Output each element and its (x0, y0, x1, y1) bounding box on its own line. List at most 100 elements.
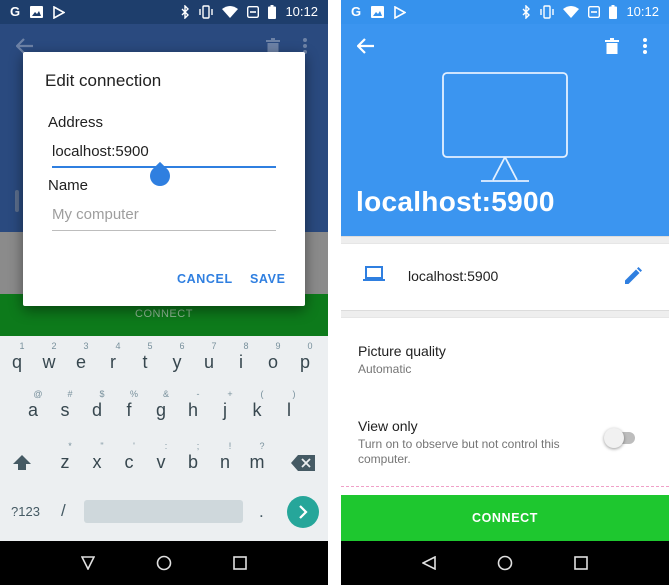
photo-icon (30, 6, 44, 18)
key-g[interactable]: & g (147, 389, 175, 421)
key-q[interactable]: 1q (3, 341, 31, 373)
period-key[interactable]: . (259, 502, 264, 522)
edit-pencil-icon[interactable] (624, 267, 642, 285)
nav-recents-icon (574, 556, 588, 570)
bluetooth-icon (181, 5, 190, 19)
nav-back-icon (422, 556, 436, 570)
key-o[interactable]: 9o (259, 341, 287, 373)
key-s[interactable]: # s (51, 389, 79, 421)
status-bar: G 10:12 (341, 0, 669, 24)
left-phone-screen: G 10:12 CONNECT Edit connection Address … (0, 0, 328, 585)
nav-back-button[interactable] (76, 551, 100, 575)
key-i[interactable]: 8i (227, 341, 255, 373)
laptop-icon (363, 266, 385, 281)
key-h[interactable]: -h (179, 389, 207, 421)
enter-key[interactable] (287, 496, 319, 528)
vibrate-icon (199, 5, 214, 19)
navigation-bar (341, 541, 669, 585)
nav-back-button[interactable] (417, 551, 441, 575)
key-k[interactable]: (k (243, 389, 271, 421)
nav-home-button[interactable] (493, 551, 517, 575)
address-label: Address (48, 114, 104, 131)
dashed-divider (341, 486, 669, 487)
nav-home-button[interactable] (152, 551, 176, 575)
vibrate-icon (540, 5, 555, 19)
scroll-handle (15, 190, 19, 212)
soft-keyboard: 1q 2w 3e 4r 5t 6y 7u 8i 9o 0p @ a # s $ d %… (0, 336, 328, 541)
dimmed-connect-label: CONNECT (135, 308, 193, 320)
right-phone-screen: G 10:12 localhost:5900 localhost:5900 Pi… (341, 0, 669, 585)
edit-connection-dialog: Edit connection Address localhost:5900 N… (23, 52, 305, 306)
space-key[interactable] (84, 500, 243, 523)
key-c[interactable]: ' c (115, 441, 143, 473)
wifi-icon (563, 6, 580, 18)
key-j[interactable]: + j (211, 389, 239, 421)
key-m[interactable]: ? m (243, 441, 271, 473)
connection-title: localhost:5900 (356, 186, 555, 217)
trash-icon[interactable] (605, 38, 619, 54)
symbols-key[interactable]: ?123 (11, 504, 40, 519)
nav-recents-button[interactable] (569, 551, 593, 575)
key-b[interactable]: ; b (179, 441, 207, 473)
picture-quality-value: Automatic (358, 362, 412, 376)
google-icon: G (10, 4, 21, 19)
picture-quality-title[interactable]: Picture quality (358, 343, 446, 359)
key-t[interactable]: 5t (131, 341, 159, 373)
view-only-description-line1: Turn on to observe but not control this (358, 437, 560, 451)
view-only-toggle[interactable] (604, 428, 635, 448)
nav-back-icon (81, 556, 95, 570)
save-button[interactable]: SAVE (250, 272, 286, 286)
key-v[interactable]: :v (147, 441, 175, 473)
key-p[interactable]: 0p (291, 341, 319, 373)
battery-icon (609, 5, 618, 19)
bluetooth-icon (522, 5, 531, 19)
photo-icon (371, 6, 385, 18)
name-label: Name (48, 177, 89, 194)
nav-home-icon (156, 555, 172, 571)
name-input[interactable]: My computer (52, 206, 276, 231)
navigation-bar (0, 541, 328, 585)
cancel-button[interactable]: CANCEL (177, 272, 233, 286)
shift-icon[interactable] (12, 453, 32, 473)
screenshot-stage: G 10:12 CONNECT Edit connection Address … (0, 0, 669, 585)
status-time: 10:12 (285, 4, 318, 19)
slash-key[interactable]: / (61, 501, 66, 521)
section-divider (341, 310, 669, 318)
key-n[interactable]: ! n (211, 441, 239, 473)
more-vert-icon[interactable] (643, 38, 647, 54)
status-time: 10:12 (626, 4, 659, 19)
address-input[interactable]: localhost:5900 (52, 143, 276, 168)
key-r[interactable]: 4r (99, 341, 127, 373)
dialog-title: Edit connection (45, 71, 162, 90)
key-l[interactable]: ) l (275, 389, 303, 421)
google-icon: G (351, 4, 362, 19)
nav-recents-icon (233, 556, 247, 570)
dnd-icon (588, 6, 601, 18)
nav-recents-button[interactable] (228, 551, 252, 575)
play-store-icon (394, 5, 407, 19)
key-z[interactable]: * z (51, 441, 79, 473)
battery-icon (268, 5, 277, 19)
key-x[interactable]: " x (83, 441, 111, 473)
key-u[interactable]: 7u (195, 341, 223, 373)
key-e[interactable]: 3e (67, 341, 95, 373)
monitor-icon (442, 72, 568, 182)
key-f[interactable]: % f (115, 389, 143, 421)
play-store-icon (53, 5, 66, 19)
key-a[interactable]: @ a (19, 389, 47, 421)
section-divider (341, 236, 669, 244)
backspace-icon[interactable] (291, 455, 315, 471)
dnd-icon (247, 6, 260, 18)
view-only-description-line2: computer. (358, 452, 411, 466)
key-y[interactable]: 6y (163, 341, 191, 373)
address-row-value: localhost:5900 (408, 268, 499, 284)
key-w[interactable]: 2w (35, 341, 63, 373)
view-only-title: View only (358, 418, 418, 434)
wifi-icon (222, 6, 239, 18)
key-d[interactable]: $ d (83, 389, 111, 421)
back-arrow-icon[interactable] (357, 38, 375, 54)
status-bar: G 10:12 (0, 0, 328, 24)
nav-home-icon (497, 555, 513, 571)
chevron-right-icon (299, 505, 308, 519)
connect-button[interactable]: CONNECT (341, 495, 669, 541)
